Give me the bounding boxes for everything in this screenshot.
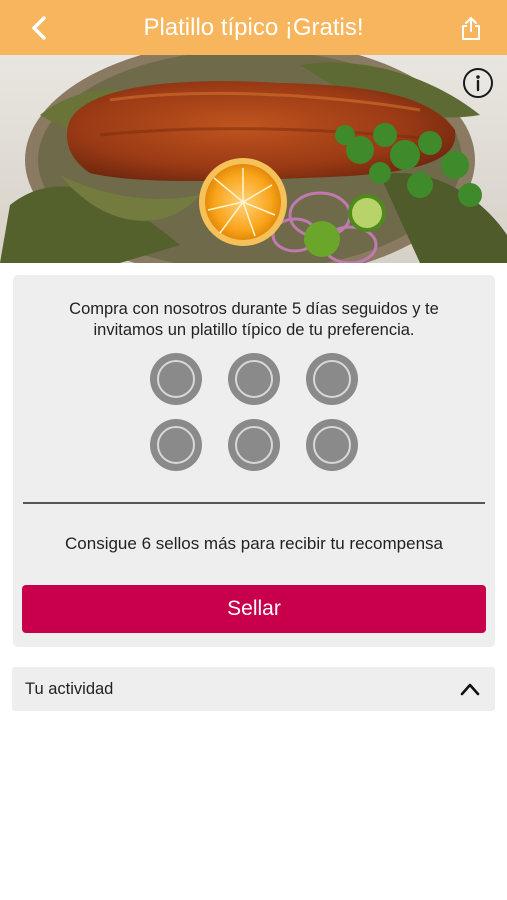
- stamps-remaining-text: Consigue 6 sellos más para recibir tu re…: [65, 534, 443, 553]
- seal-button[interactable]: Sellar: [22, 585, 486, 633]
- promo-description: Compra con nosotros durante 5 días segui…: [69, 300, 439, 339]
- app-header: Platillo típico ¡Gratis!: [0, 0, 507, 55]
- stamp-slot: [228, 353, 280, 405]
- share-button[interactable]: [455, 12, 487, 44]
- stamp-slot: [228, 419, 280, 471]
- info-icon: [476, 75, 480, 92]
- chevron-up-icon: [460, 683, 480, 696]
- page-title: Platillo típico ¡Gratis!: [143, 14, 364, 41]
- stamp-slot: [150, 353, 202, 405]
- hero-image: [0, 55, 507, 263]
- stamp-card: Compra con nosotros durante 5 días segui…: [13, 275, 495, 647]
- promo-detail-screen: Platillo típico ¡Gratis! Compra con noso…: [0, 0, 507, 900]
- dish-illustration: [0, 55, 507, 263]
- stamp-slot: [306, 353, 358, 405]
- activity-accordion[interactable]: Tu actividad: [12, 667, 495, 711]
- info-button[interactable]: [463, 68, 493, 98]
- activity-label: Tu actividad: [25, 680, 114, 698]
- share-icon: [462, 17, 480, 40]
- stamp-slot: [306, 419, 358, 471]
- divider: [23, 502, 485, 504]
- stamp-slot: [150, 419, 202, 471]
